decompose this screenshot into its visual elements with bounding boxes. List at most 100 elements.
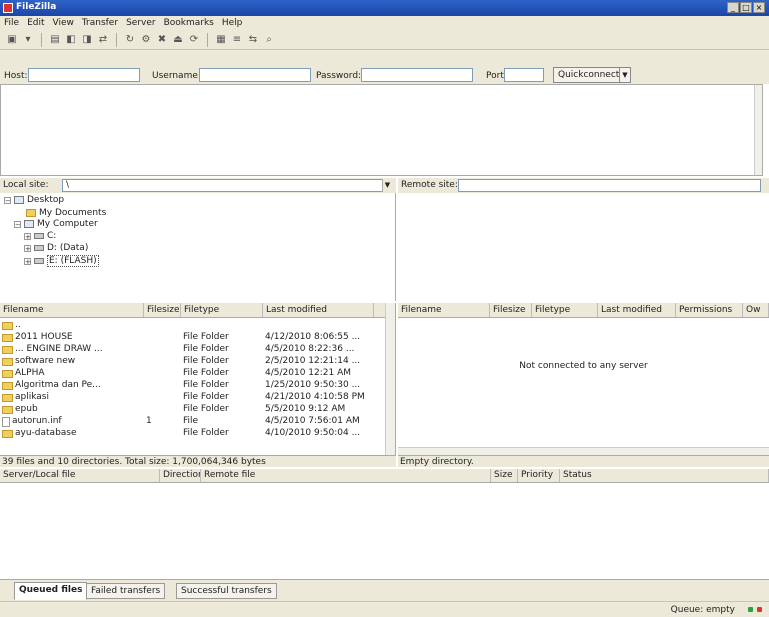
menu-transfer[interactable]: Transfer — [82, 16, 118, 30]
drive-icon — [34, 245, 44, 251]
column-remote-file[interactable]: Remote file — [201, 469, 491, 482]
column-filename[interactable]: Filename — [0, 303, 144, 317]
column-status[interactable]: Status — [560, 469, 769, 482]
tree-item-drive-c[interactable]: + C: — [24, 231, 56, 241]
host-input[interactable] — [28, 68, 140, 82]
username-label: Username: — [152, 71, 201, 81]
transfer-indicator-red-icon — [757, 607, 762, 612]
file-icon — [2, 416, 10, 427]
quickconnect-dropdown[interactable]: ▼ — [619, 67, 631, 83]
table-row[interactable]: 2011 HOUSE File Folder 4/12/2010 8:06:55 .… — [0, 332, 386, 343]
remote-list-header: Filename Filesize Filetype Last modified… — [398, 303, 769, 318]
cancel-icon[interactable]: ✖ — [156, 34, 168, 46]
table-row[interactable]: epub File Folder 5/5/2010 9:12 AM — [0, 404, 386, 415]
column-size[interactable]: Size — [491, 469, 518, 482]
log-scrollbar[interactable] — [754, 85, 762, 175]
local-list-scrollbar[interactable] — [385, 303, 395, 455]
column-owner[interactable]: Ow — [743, 303, 769, 317]
folder-icon — [2, 405, 13, 414]
menu-bookmarks[interactable]: Bookmarks — [164, 16, 214, 30]
column-last-modified[interactable]: Last modified — [263, 303, 374, 317]
port-input[interactable] — [504, 68, 544, 82]
menu-server[interactable]: Server — [126, 16, 156, 30]
column-filetype[interactable]: Filetype — [532, 303, 598, 317]
expand-icon[interactable]: + — [24, 257, 31, 265]
tree-item-drive-d[interactable]: + D: (Data) — [24, 243, 88, 253]
table-row[interactable]: Algoritma dan Pe... File Folder 1/25/2010 … — [0, 380, 386, 391]
menu-bar: File Edit View Transfer Server Bookmarks… — [0, 16, 769, 30]
window-controls: _ □ × — [727, 2, 765, 13]
username-input[interactable] — [199, 68, 311, 82]
message-log — [0, 84, 763, 176]
menu-file[interactable]: File — [4, 16, 19, 30]
process-queue-icon[interactable]: ⚙ — [140, 34, 152, 46]
remote-status-text: Empty directory. — [398, 455, 769, 467]
status-bar: Queue: empty — [0, 601, 769, 617]
collapse-icon[interactable]: − — [14, 220, 21, 228]
refresh-icon[interactable]: ↻ — [124, 34, 136, 46]
remote-tree-icon[interactable]: ◨ — [81, 34, 93, 46]
table-row[interactable]: ... ENGINE DRAW ... File Folder 4/5/2010 8… — [0, 344, 386, 355]
table-row[interactable]: .. — [0, 320, 386, 331]
table-row[interactable]: autorun.inf 1 File 4/5/2010 7:56:01 AM — [0, 416, 386, 427]
column-last-modified[interactable]: Last modified — [598, 303, 676, 317]
menu-edit[interactable]: Edit — [27, 16, 44, 30]
tab-queued-files[interactable]: Queued files — [14, 582, 88, 600]
site-manager-icon[interactable]: ▣ — [6, 34, 18, 46]
tree-item-label: My Documents — [39, 208, 107, 218]
column-filename[interactable]: Filename — [398, 303, 490, 317]
transfer-queue-list — [0, 483, 769, 579]
filter-icon[interactable]: ▦ — [215, 34, 227, 46]
menu-help[interactable]: Help — [222, 16, 243, 30]
folder-icon — [2, 333, 13, 342]
tree-item-drive-e[interactable]: + E: (FLASH) — [24, 255, 99, 267]
tab-failed-transfers[interactable]: Failed transfers — [86, 583, 166, 599]
minimize-button[interactable]: _ — [727, 2, 739, 13]
local-site-label: Local site: — [3, 180, 49, 190]
folder-icon — [26, 209, 36, 217]
tab-successful-transfers[interactable]: Successful transfers — [176, 583, 277, 599]
remote-list-hscrollbar[interactable] — [398, 447, 769, 455]
transfer-indicator-green-icon — [748, 607, 753, 612]
tree-item-desktop[interactable]: − Desktop — [4, 195, 64, 205]
collapse-icon[interactable]: − — [4, 196, 11, 204]
dropdown-arrow-icon[interactable]: ▾ — [22, 34, 34, 46]
local-path-dropdown-icon[interactable]: ▼ — [382, 179, 392, 192]
table-row[interactable]: ayu-database File Folder 4/10/2010 9:50:04… — [0, 428, 386, 439]
computer-icon — [24, 220, 34, 228]
quickconnect-button[interactable]: Quickconnect — [553, 67, 625, 83]
remote-file-list: Filename Filesize Filetype Last modified… — [398, 303, 769, 455]
tree-item-my-computer[interactable]: − My Computer — [14, 219, 98, 229]
table-row[interactable]: software new File Folder 2/5/2010 12:21:14… — [0, 356, 386, 367]
column-filesize[interactable]: Filesize — [144, 303, 181, 317]
local-path-input[interactable]: \ — [62, 179, 392, 192]
column-filetype[interactable]: Filetype — [181, 303, 263, 317]
directory-tree-icon[interactable]: ◧ — [65, 34, 77, 46]
column-direction[interactable]: Direction — [160, 469, 201, 482]
table-row[interactable]: aplikasi File Folder 4/21/2010 4:10:58 PM — [0, 392, 386, 403]
password-input[interactable] — [361, 68, 473, 82]
column-server-local-file[interactable]: Server/Local file — [0, 469, 160, 482]
compare-icon[interactable]: ≡ — [231, 34, 243, 46]
disconnect-icon[interactable]: ⏏ — [172, 34, 184, 46]
search-icon[interactable]: ⌕ — [263, 34, 275, 46]
sync-browse-icon[interactable]: ⇆ — [247, 34, 259, 46]
tree-item-my-documents[interactable]: My Documents — [26, 208, 106, 218]
column-priority[interactable]: Priority — [518, 469, 560, 482]
maximize-button[interactable]: □ — [740, 2, 752, 13]
toolbar-separator — [41, 32, 42, 47]
reconnect-icon[interactable]: ⟳ — [188, 34, 200, 46]
host-label: Host: — [4, 71, 28, 81]
transfer-queue-icon[interactable]: ⇄ — [97, 34, 109, 46]
remote-path-input[interactable] — [458, 179, 761, 192]
menu-view[interactable]: View — [53, 16, 74, 30]
column-permissions[interactable]: Permissions — [676, 303, 743, 317]
local-file-list: Filename Filesize Filetype Last modified… — [0, 303, 396, 455]
app-icon — [3, 3, 13, 13]
column-filesize[interactable]: Filesize — [490, 303, 532, 317]
close-button[interactable]: × — [753, 2, 765, 13]
expand-icon[interactable]: + — [24, 232, 31, 240]
table-row[interactable]: ALPHA File Folder 4/5/2010 12:21 AM — [0, 368, 386, 379]
expand-icon[interactable]: + — [24, 244, 31, 252]
message-log-icon[interactable]: ▤ — [49, 34, 61, 46]
